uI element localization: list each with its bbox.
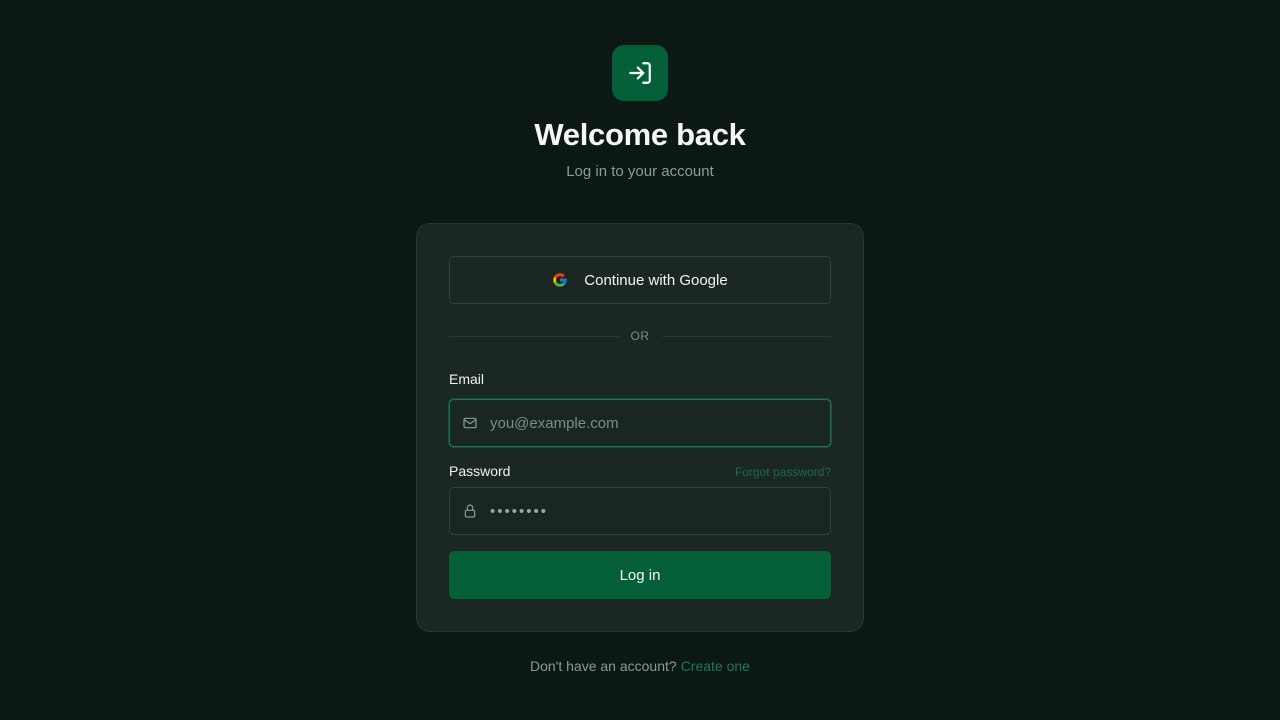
password-label: Password xyxy=(449,463,511,479)
page-subtitle: Log in to your account xyxy=(566,163,714,180)
email-field[interactable] xyxy=(490,400,830,446)
divider-label: OR xyxy=(630,329,650,343)
email-field-wrapper xyxy=(449,399,831,447)
login-arrow-icon xyxy=(612,45,668,101)
google-icon xyxy=(552,272,568,288)
mail-icon xyxy=(462,415,478,431)
divider-line-right xyxy=(661,335,831,337)
password-field[interactable] xyxy=(490,488,830,534)
divider-line-left xyxy=(449,335,619,337)
password-field-wrapper xyxy=(449,487,831,535)
google-button-label: Continue with Google xyxy=(584,271,728,289)
email-label: Email xyxy=(449,371,485,387)
login-page: Welcome back Log in to your account Cont… xyxy=(0,0,1280,720)
signup-prompt: Don't have an account? Create one xyxy=(0,656,1280,676)
continue-with-google-button[interactable]: Continue with Google xyxy=(449,256,831,304)
login-card: Continue with Google OR Email Password F… xyxy=(416,223,864,632)
forgot-password-link[interactable]: Forgot password? xyxy=(735,464,831,480)
page-title: Welcome back xyxy=(534,117,746,152)
or-divider: OR xyxy=(449,328,831,344)
log-in-button[interactable]: Log in xyxy=(449,551,831,599)
create-account-link[interactable]: Create one xyxy=(681,658,750,674)
signup-prompt-text: Don't have an account? xyxy=(530,658,677,674)
lock-icon xyxy=(462,503,478,519)
